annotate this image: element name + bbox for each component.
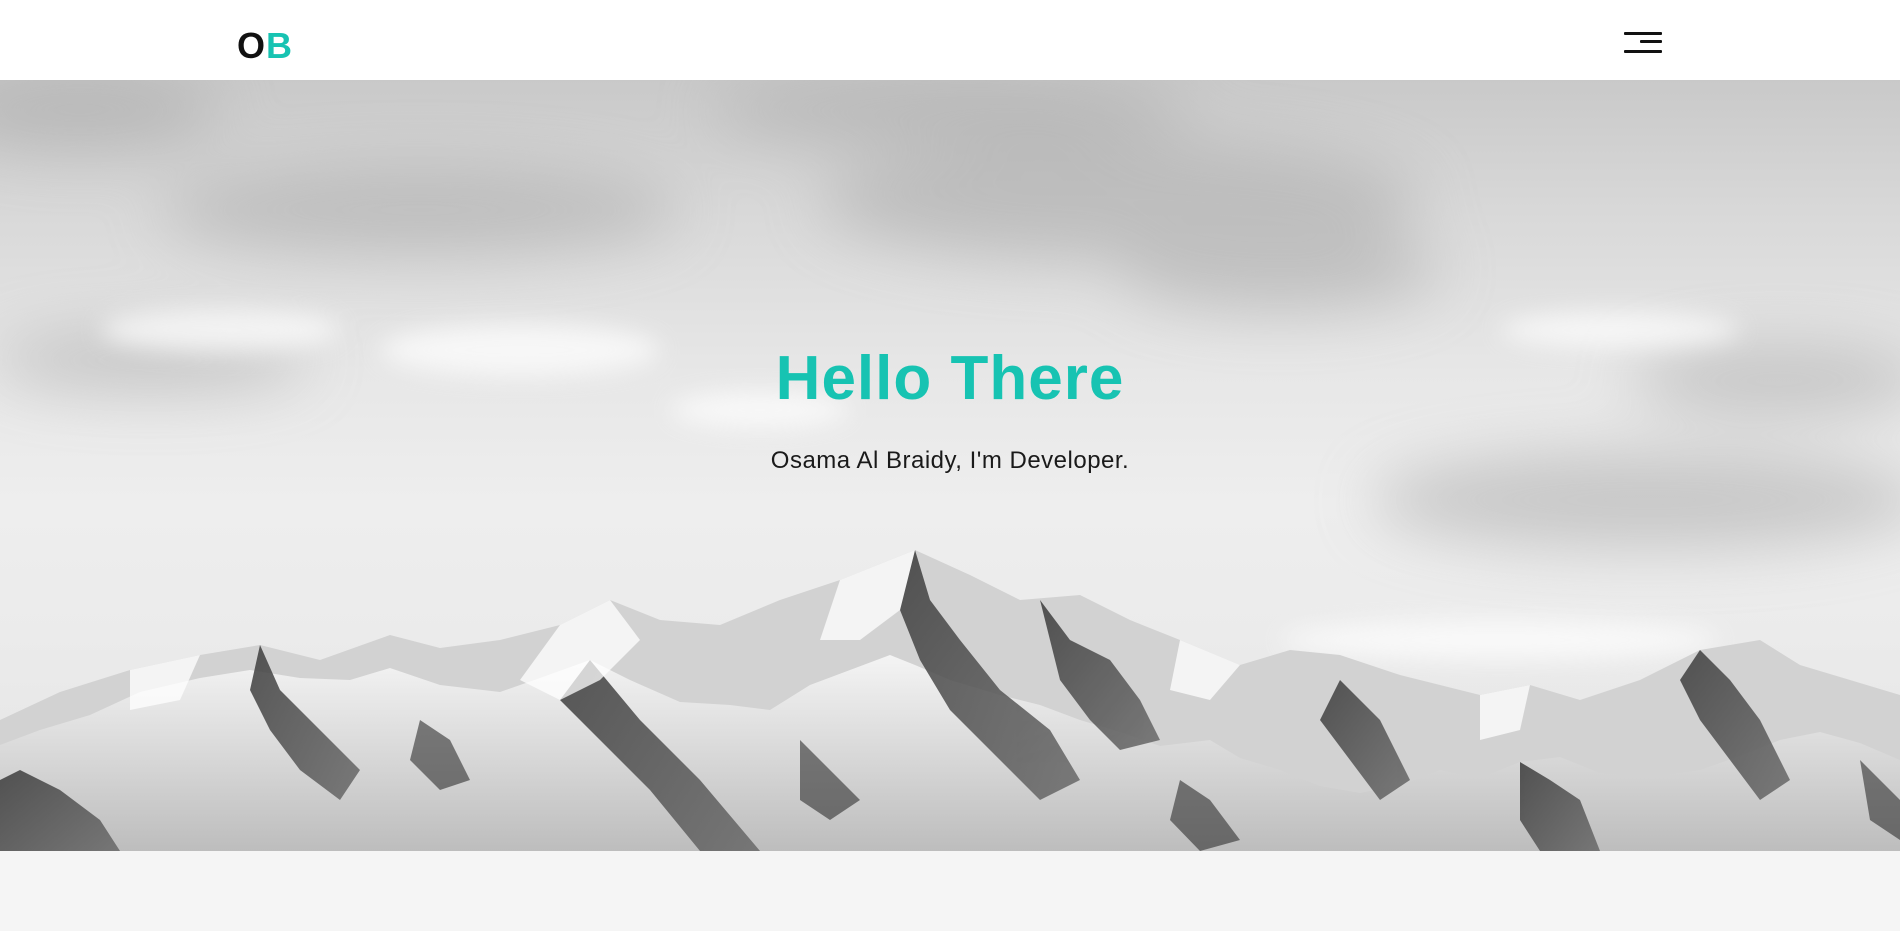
navbar: OB bbox=[0, 0, 1900, 80]
hero-title: Hello There bbox=[775, 344, 1125, 413]
logo-letter-b: B bbox=[266, 25, 294, 66]
hero-subtitle: Osama Al Braidy, I'm Developer. bbox=[770, 447, 1130, 474]
site-logo[interactable]: OB bbox=[237, 24, 293, 68]
hamburger-menu-icon[interactable] bbox=[1622, 28, 1666, 58]
logo-letter-o: O bbox=[237, 25, 267, 66]
menu-bar-top bbox=[1624, 32, 1662, 35]
next-section bbox=[0, 851, 1900, 931]
hero-section: Hello There Osama Al Braidy, I'm Develop… bbox=[0, 80, 1900, 851]
menu-bar-bottom bbox=[1624, 50, 1662, 53]
menu-bar-middle bbox=[1640, 40, 1662, 43]
